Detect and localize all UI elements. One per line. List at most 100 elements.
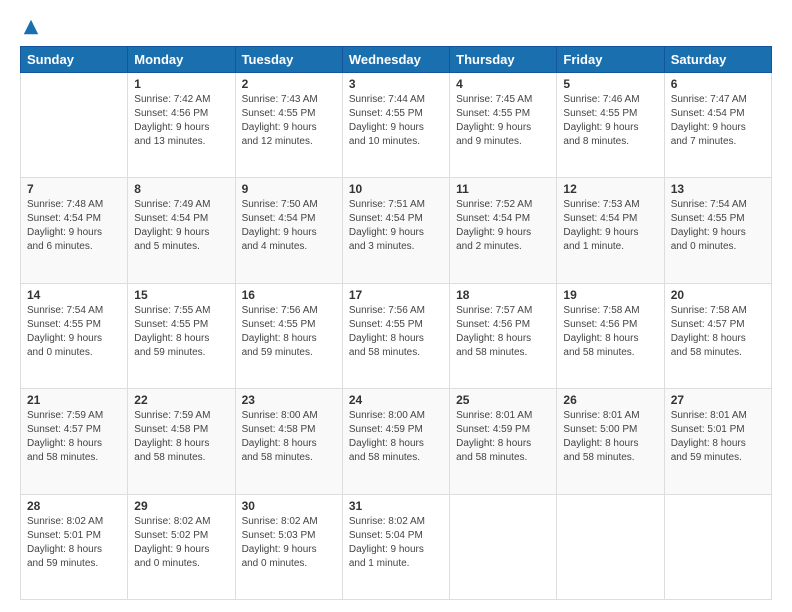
day-info: Sunrise: 7:50 AMSunset: 4:54 PMDaylight:…: [242, 198, 336, 254]
day-number: 11: [456, 182, 550, 196]
calendar-day-cell: 21 Sunrise: 7:59 AMSunset: 4:57 PMDayligh…: [21, 389, 128, 494]
day-number: 9: [242, 182, 336, 196]
day-info: Sunrise: 7:51 AMSunset: 4:54 PMDaylight:…: [349, 198, 443, 254]
day-info: Sunrise: 7:44 AMSunset: 4:55 PMDaylight:…: [349, 93, 443, 149]
calendar-day-cell: 4 Sunrise: 7:45 AMSunset: 4:55 PMDaylight…: [450, 73, 557, 178]
day-number: 13: [671, 182, 765, 196]
day-number: 8: [134, 182, 228, 196]
day-number: 6: [671, 77, 765, 91]
calendar-day-cell: 16Sunrise: 7:56 AMSunset: 4:55 PMDayligh…: [235, 283, 342, 388]
day-number: 20: [671, 288, 765, 302]
calendar-week-row: 14 Sunrise: 7:54 AMSunset: 4:55 PMDayligh…: [21, 283, 772, 388]
day-info: Sunrise: 7:59 AMSunset: 4:58 PMDaylight:…: [134, 409, 228, 465]
calendar-day-cell: [450, 494, 557, 599]
day-info: Sunrise: 7:49 AMSunset: 4:54 PMDaylight:…: [134, 198, 228, 254]
day-number: 27: [671, 393, 765, 407]
calendar-day-cell: 12 Sunrise: 7:53 AMSunset: 4:54 PMDayligh…: [557, 178, 664, 283]
calendar-day-cell: [557, 494, 664, 599]
calendar-day-cell: 20 Sunrise: 7:58 AMSunset: 4:57 PMDayligh…: [664, 283, 771, 388]
day-of-week-header: Saturday: [664, 47, 771, 73]
calendar-day-cell: 22 Sunrise: 7:59 AMSunset: 4:58 PMDayligh…: [128, 389, 235, 494]
calendar-header-row: SundayMondayTuesdayWednesdayThursdayFrid…: [21, 47, 772, 73]
calendar-day-cell: 30 Sunrise: 8:02 AMSunset: 5:03 PMDayligh…: [235, 494, 342, 599]
day-info: Sunrise: 7:42 AMSunset: 4:56 PMDaylight:…: [134, 93, 228, 149]
day-number: 23: [242, 393, 336, 407]
day-number: 14: [27, 288, 121, 302]
calendar-day-cell: [664, 494, 771, 599]
day-of-week-header: Tuesday: [235, 47, 342, 73]
calendar-day-cell: 7 Sunrise: 7:48 AMSunset: 4:54 PMDaylight…: [21, 178, 128, 283]
calendar-day-cell: 14 Sunrise: 7:54 AMSunset: 4:55 PMDayligh…: [21, 283, 128, 388]
calendar-day-cell: 10 Sunrise: 7:51 AMSunset: 4:54 PMDayligh…: [342, 178, 449, 283]
day-number: 2: [242, 77, 336, 91]
day-info: Sunrise: 8:02 AMSunset: 5:02 PMDaylight:…: [134, 515, 228, 571]
day-of-week-header: Friday: [557, 47, 664, 73]
day-of-week-header: Sunday: [21, 47, 128, 73]
day-info: Sunrise: 7:58 AMSunset: 4:57 PMDaylight:…: [671, 304, 765, 360]
calendar-week-row: 7 Sunrise: 7:48 AMSunset: 4:54 PMDaylight…: [21, 178, 772, 283]
day-number: 28: [27, 499, 121, 513]
calendar-day-cell: 13Sunrise: 7:54 AMSunset: 4:55 PMDayligh…: [664, 178, 771, 283]
day-number: 5: [563, 77, 657, 91]
day-number: 1: [134, 77, 228, 91]
day-of-week-header: Thursday: [450, 47, 557, 73]
day-info: Sunrise: 7:48 AMSunset: 4:54 PMDaylight:…: [27, 198, 121, 254]
calendar-day-cell: 25 Sunrise: 8:01 AMSunset: 4:59 PMDayligh…: [450, 389, 557, 494]
day-number: 29: [134, 499, 228, 513]
day-number: 17: [349, 288, 443, 302]
day-info: Sunrise: 8:01 AMSunset: 5:00 PMDaylight:…: [563, 409, 657, 465]
day-info: Sunrise: 8:02 AMSunset: 5:03 PMDaylight:…: [242, 515, 336, 571]
calendar-day-cell: 3 Sunrise: 7:44 AMSunset: 4:55 PMDaylight…: [342, 73, 449, 178]
calendar-day-cell: 29 Sunrise: 8:02 AMSunset: 5:02 PMDayligh…: [128, 494, 235, 599]
day-number: 4: [456, 77, 550, 91]
day-number: 12: [563, 182, 657, 196]
day-number: 21: [27, 393, 121, 407]
day-info: Sunrise: 7:54 AMSunset: 4:55 PMDaylight:…: [27, 304, 121, 360]
day-info: Sunrise: 8:02 AMSunset: 5:01 PMDaylight:…: [27, 515, 121, 571]
day-number: 18: [456, 288, 550, 302]
day-info: Sunrise: 7:43 AMSunset: 4:55 PMDaylight:…: [242, 93, 336, 149]
day-number: 24: [349, 393, 443, 407]
day-info: Sunrise: 8:02 AMSunset: 5:04 PMDaylight:…: [349, 515, 443, 571]
day-info: Sunrise: 7:45 AMSunset: 4:55 PMDaylight:…: [456, 93, 550, 149]
day-info: Sunrise: 7:59 AMSunset: 4:57 PMDaylight:…: [27, 409, 121, 465]
day-info: Sunrise: 8:00 AMSunset: 4:59 PMDaylight:…: [349, 409, 443, 465]
day-number: 31: [349, 499, 443, 513]
day-number: 15: [134, 288, 228, 302]
day-number: 3: [349, 77, 443, 91]
calendar-day-cell: 1 Sunrise: 7:42 AMSunset: 4:56 PMDaylight…: [128, 73, 235, 178]
calendar-table: SundayMondayTuesdayWednesdayThursdayFrid…: [20, 46, 772, 600]
calendar-week-row: 1 Sunrise: 7:42 AMSunset: 4:56 PMDaylight…: [21, 73, 772, 178]
calendar-week-row: 28 Sunrise: 8:02 AMSunset: 5:01 PMDayligh…: [21, 494, 772, 599]
calendar-week-row: 21 Sunrise: 7:59 AMSunset: 4:57 PMDayligh…: [21, 389, 772, 494]
day-number: 22: [134, 393, 228, 407]
calendar-day-cell: 15 Sunrise: 7:55 AMSunset: 4:55 PMDayligh…: [128, 283, 235, 388]
day-number: 26: [563, 393, 657, 407]
day-number: 10: [349, 182, 443, 196]
day-info: Sunrise: 7:55 AMSunset: 4:55 PMDaylight:…: [134, 304, 228, 360]
day-info: Sunrise: 7:46 AMSunset: 4:55 PMDaylight:…: [563, 93, 657, 149]
day-number: 7: [27, 182, 121, 196]
calendar-day-cell: [21, 73, 128, 178]
calendar-day-cell: 28 Sunrise: 8:02 AMSunset: 5:01 PMDayligh…: [21, 494, 128, 599]
calendar-day-cell: 27Sunrise: 8:01 AMSunset: 5:01 PMDayligh…: [664, 389, 771, 494]
logo-icon: [22, 18, 40, 36]
day-info: Sunrise: 7:52 AMSunset: 4:54 PMDaylight:…: [456, 198, 550, 254]
calendar-day-cell: 9 Sunrise: 7:50 AMSunset: 4:54 PMDaylight…: [235, 178, 342, 283]
calendar-day-cell: 11 Sunrise: 7:52 AMSunset: 4:54 PMDayligh…: [450, 178, 557, 283]
day-number: 25: [456, 393, 550, 407]
day-info: Sunrise: 7:53 AMSunset: 4:54 PMDaylight:…: [563, 198, 657, 254]
page: SundayMondayTuesdayWednesdayThursdayFrid…: [0, 0, 792, 612]
day-info: Sunrise: 8:00 AMSunset: 4:58 PMDaylight:…: [242, 409, 336, 465]
day-number: 19: [563, 288, 657, 302]
calendar-day-cell: 6 Sunrise: 7:47 AMSunset: 4:54 PMDaylight…: [664, 73, 771, 178]
day-info: Sunrise: 7:47 AMSunset: 4:54 PMDaylight:…: [671, 93, 765, 149]
day-of-week-header: Monday: [128, 47, 235, 73]
day-info: Sunrise: 8:01 AMSunset: 4:59 PMDaylight:…: [456, 409, 550, 465]
calendar-day-cell: 24 Sunrise: 8:00 AMSunset: 4:59 PMDayligh…: [342, 389, 449, 494]
day-info: Sunrise: 7:56 AMSunset: 4:55 PMDaylight:…: [242, 304, 336, 360]
day-number: 30: [242, 499, 336, 513]
calendar-day-cell: 2 Sunrise: 7:43 AMSunset: 4:55 PMDaylight…: [235, 73, 342, 178]
day-info: Sunrise: 7:57 AMSunset: 4:56 PMDaylight:…: [456, 304, 550, 360]
calendar-day-cell: 5 Sunrise: 7:46 AMSunset: 4:55 PMDaylight…: [557, 73, 664, 178]
